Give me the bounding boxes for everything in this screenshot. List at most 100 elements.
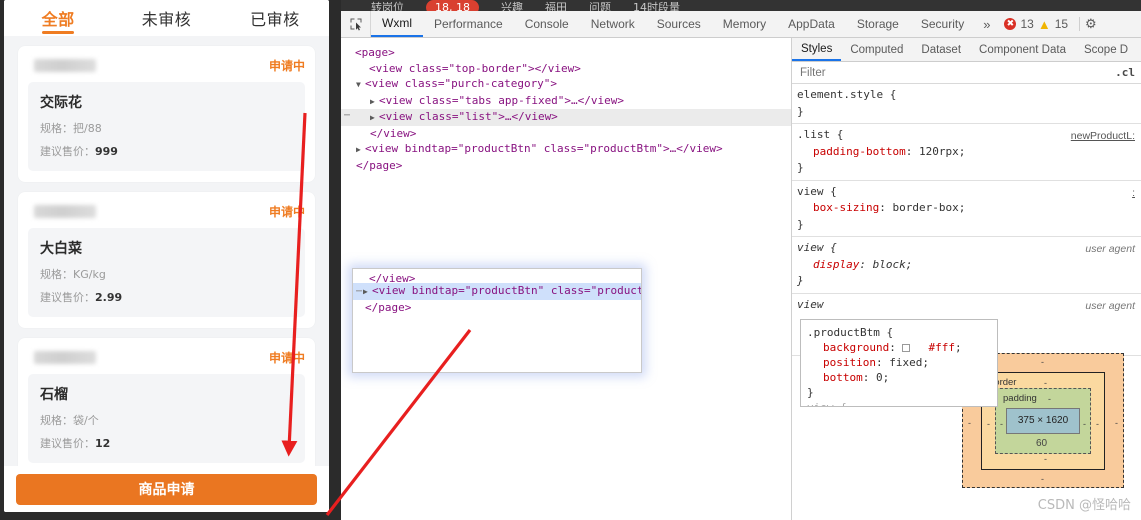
popup-decl-position[interactable]: position: fixed; [807, 355, 997, 370]
box-model-content-size[interactable]: 375 × 1620 [1006, 407, 1080, 434]
toolbar-divider [1079, 17, 1081, 31]
tab-appdata[interactable]: AppData [777, 11, 846, 37]
dom-line[interactable]: ▶ <view bindtap="productBtn" class="produ… [341, 141, 791, 158]
chevron-right-icon[interactable]: ▶ [363, 284, 372, 300]
menu-item-0[interactable]: 转岗位 [371, 0, 404, 11]
color-swatch-icon[interactable] [902, 344, 911, 352]
more-options-icon[interactable]: ⋯ [356, 286, 363, 297]
popup-decl-bottom[interactable]: bottom: 0; [807, 370, 997, 385]
inspect-element-icon[interactable] [341, 11, 371, 37]
product-spec-row: 规格：袋/个 [40, 412, 293, 428]
shop-name-redacted [34, 58, 96, 72]
tab-console[interactable]: Console [514, 11, 580, 37]
dom-line[interactable]: <page> [341, 45, 791, 61]
popup-value: fixed [889, 356, 923, 369]
product-apply-button[interactable]: 商品申请 [16, 473, 317, 505]
rule-value[interactable]: border-box [892, 201, 958, 214]
chevron-down-icon[interactable]: ▼ [356, 77, 365, 93]
tab-performance[interactable]: Performance [423, 11, 514, 37]
more-options-icon[interactable]: ⋯ [344, 108, 351, 124]
product-name: 大白菜 [40, 241, 82, 257]
dom-line-text: <view class="list">…</view> [379, 110, 558, 123]
popup-selector: .productBtm { [807, 326, 894, 339]
status-badge: 申请中 [268, 350, 305, 365]
rule-origin[interactable]: newProductL: [1071, 128, 1135, 145]
list-item[interactable]: 申请中 石榴 规格：袋/个 建议售价：12 [18, 338, 315, 466]
tab-storage[interactable]: Storage [846, 11, 910, 37]
product-spec-row: 规格：把/88 [40, 120, 293, 136]
tab-sources[interactable]: Sources [646, 11, 712, 37]
price-label: 建议售价： [40, 291, 95, 304]
callout-line-selected[interactable]: ⋯▶ <view bindtap="productBtn" class="prod… [353, 283, 641, 300]
tab-scope-data[interactable]: Scope D [1075, 38, 1137, 61]
margin-bottom-value[interactable]: - [1041, 474, 1044, 484]
border-bottom-value[interactable]: - [1044, 454, 1047, 464]
margin-top-value[interactable]: - [1041, 357, 1044, 367]
menu-item-5[interactable]: 14时段量 [633, 0, 680, 11]
style-rule-view-display[interactable]: user agent view { display: block;} [792, 237, 1141, 294]
chevron-double-right-icon[interactable]: » [975, 11, 998, 37]
chevron-right-icon[interactable]: ▶ [356, 142, 365, 158]
dom-line[interactable]: </page> [341, 158, 791, 174]
rule-prop[interactable]: padding-bottom [797, 145, 906, 158]
dom-line[interactable]: </view> [341, 126, 791, 142]
gear-icon[interactable]: ⚙ [1085, 11, 1097, 37]
padding-right-value[interactable]: - [1083, 419, 1086, 429]
style-rule-list[interactable]: newProductL: .list { padding-bottom: 120… [792, 124, 1141, 181]
rule-value[interactable]: 120rpx [919, 145, 959, 158]
tab-dataset[interactable]: Dataset [912, 38, 970, 61]
list-item[interactable]: 申请中 交际花 规格：把/88 建议售价：999 [18, 46, 315, 182]
dom-line-selected[interactable]: ⋯ ▶ <view class="list">…</view> [341, 109, 791, 126]
tab-security[interactable]: Security [910, 11, 975, 37]
style-rule-element-style[interactable]: element.style {} [792, 84, 1141, 124]
callout-line-bottom: </page> [365, 301, 412, 314]
rule-prop[interactable]: display [797, 258, 859, 271]
dom-tree[interactable]: <page> <view class="top-border"></view> … [341, 38, 791, 173]
chevron-right-icon[interactable]: ▶ [370, 94, 379, 110]
chevron-right-icon[interactable]: ▶ [370, 110, 379, 126]
product-price-row: 建议售价：12 [40, 435, 293, 451]
rule-value[interactable]: block [873, 258, 906, 271]
menu-item-3[interactable]: 福田 [545, 0, 567, 11]
rule-prop[interactable]: box-sizing [797, 201, 879, 214]
dom-line[interactable]: ▼ <view class="purch-category"> [341, 76, 791, 93]
padding-bottom-value[interactable]: 60 [1036, 438, 1047, 449]
sim-tab-all[interactable]: 全部 [4, 0, 112, 36]
filter-input[interactable] [792, 62, 1110, 83]
sim-tab-reviewed[interactable]: 已审核 [221, 0, 329, 36]
menu-item-4[interactable]: 问题 [589, 0, 611, 11]
list-item[interactable]: 申请中 大白菜 规格：KG/kg 建议售价：2.99 [18, 192, 315, 328]
issue-counters[interactable]: ✖ 13 ▲ 15 [998, 11, 1074, 37]
magnified-dom-callout: </view> ⋯▶ <view bindtap="productBtn" cla… [352, 268, 642, 373]
cls-button[interactable]: .cl [1109, 66, 1141, 79]
dom-line[interactable]: <view class="top-border"></view> [341, 61, 791, 77]
style-rule-view-boxsizing[interactable]: : view { box-sizing: border-box;} [792, 181, 1141, 237]
box-model-border[interactable]: border - - - - padding - - - 60 375 × 16… [981, 371, 1105, 470]
border-top-value[interactable]: - [1044, 378, 1047, 388]
wxml-dom-pane[interactable]: <page> <view class="top-border"></view> … [341, 38, 792, 520]
tab-styles[interactable]: Styles [792, 38, 842, 61]
tab-memory[interactable]: Memory [712, 11, 777, 37]
css-rule-popup[interactable]: .productBtm { background: #fff; position… [800, 319, 998, 407]
dom-line-text: </page> [356, 158, 403, 172]
rule-origin[interactable]: : [1132, 185, 1135, 202]
tab-network[interactable]: Network [580, 11, 646, 37]
sim-tab-unreviewed[interactable]: 未审核 [112, 0, 220, 36]
product-list[interactable]: 申请中 交际花 规格：把/88 建议售价：999 申请中 大白菜 规格：KG/k… [4, 36, 329, 466]
tab-component-data[interactable]: Component Data [970, 38, 1075, 61]
menu-item-2[interactable]: 兴趣 [501, 0, 523, 11]
margin-right-value[interactable]: - [1115, 418, 1118, 428]
tab-computed[interactable]: Computed [841, 38, 912, 61]
border-right-value[interactable]: - [1096, 419, 1099, 429]
popup-decl-background[interactable]: background: #fff; [807, 340, 997, 355]
padding-top-value[interactable]: - [1048, 394, 1051, 404]
tab-wxml[interactable]: Wxml [371, 11, 423, 37]
margin-left-value[interactable]: - [968, 418, 971, 428]
menu-item-badge[interactable]: 18, 18 [426, 0, 479, 11]
dom-line[interactable]: ▶ <view class="tabs app-fixed">…</view> [341, 93, 791, 110]
padding-left-value[interactable]: - [1000, 419, 1003, 429]
price-label: 建议售价： [40, 145, 95, 158]
border-left-value[interactable]: - [987, 419, 990, 429]
dom-line-text: </view> [370, 126, 417, 140]
box-model-padding[interactable]: padding - - - 60 375 × 1620 [995, 387, 1091, 454]
